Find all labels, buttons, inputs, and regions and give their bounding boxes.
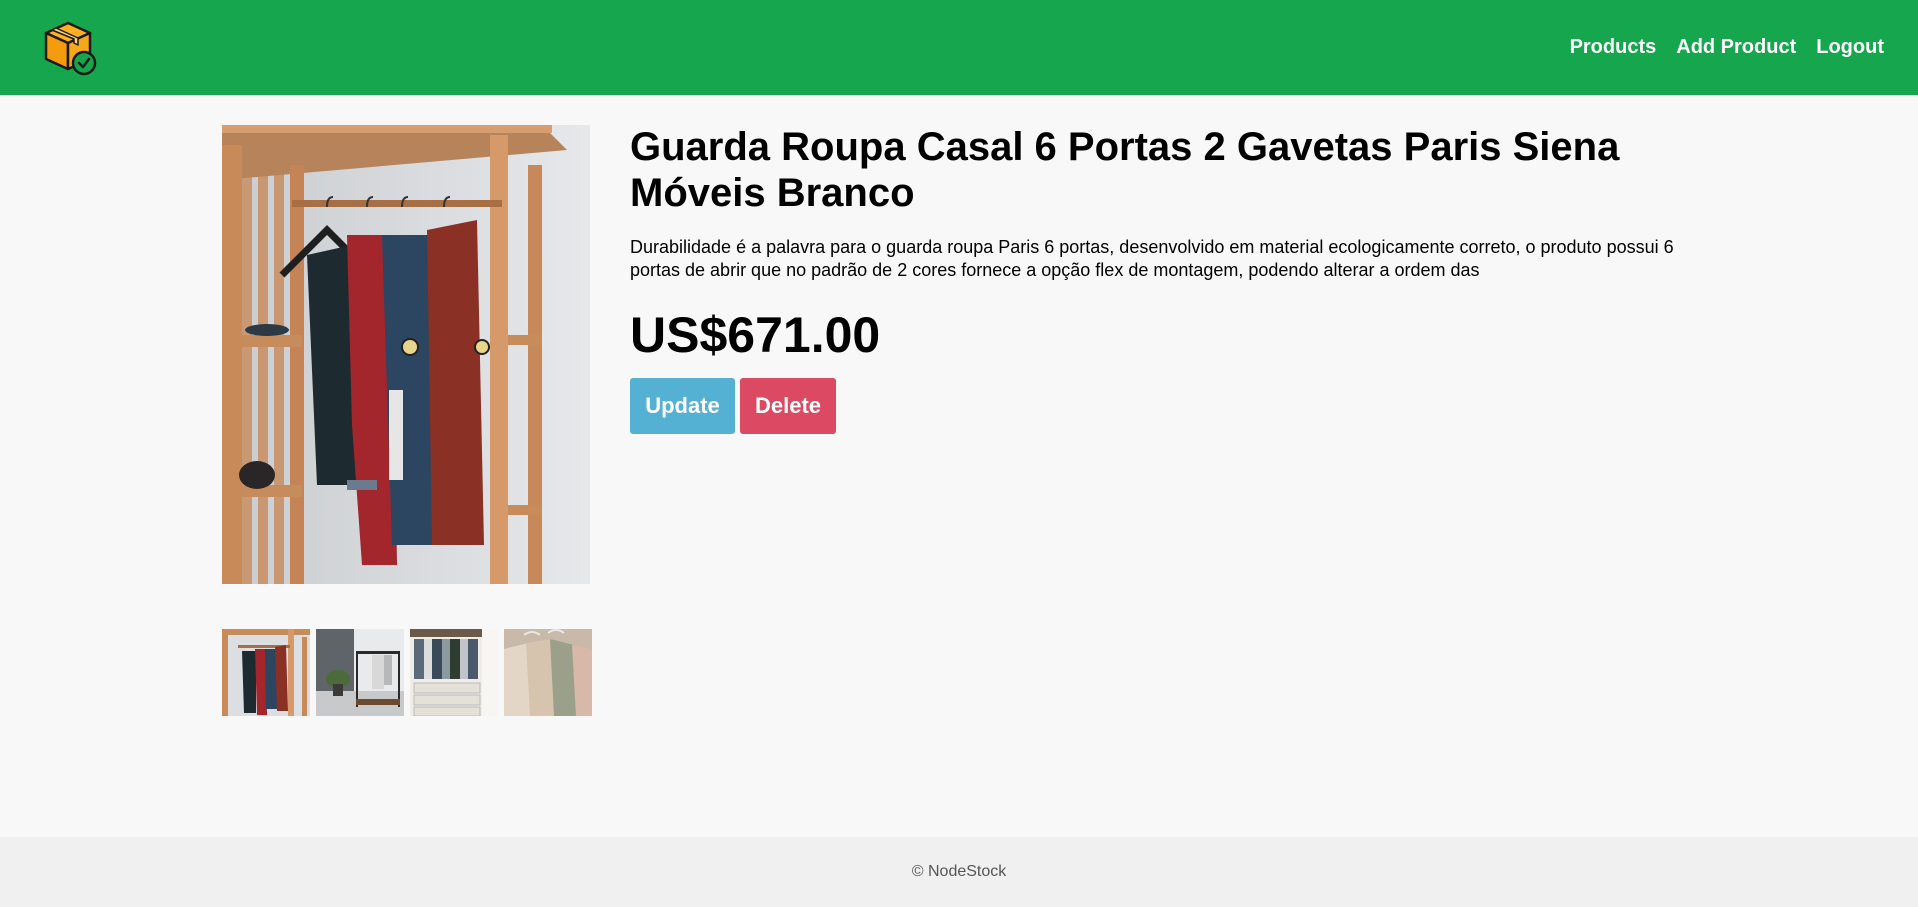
product-description: Durabilidade é a palavra para o guarda r… bbox=[630, 237, 1674, 280]
nav-logout-link[interactable]: Logout bbox=[1816, 36, 1884, 59]
navbar: Products Add Product Logout bbox=[0, 0, 1918, 95]
delete-button[interactable]: Delete bbox=[740, 378, 836, 434]
product-title: Guarda Roupa Casal 6 Portas 2 Gavetas Pa… bbox=[630, 125, 1620, 215]
nav-add-product-link[interactable]: Add Product bbox=[1676, 36, 1796, 59]
thumbnail-4[interactable] bbox=[504, 629, 592, 716]
product-details: Guarda Roupa Casal 6 Portas 2 Gavetas Pa… bbox=[630, 124, 1700, 434]
thumbnail-2[interactable] bbox=[316, 629, 404, 716]
footer-copyright: © NodeStock bbox=[911, 863, 1007, 880]
nav-products-link[interactable]: Products bbox=[1570, 36, 1657, 59]
product-actions: Update Delete bbox=[630, 378, 1700, 434]
main-nav: Products Add Product Logout bbox=[1570, 36, 1884, 59]
thumbnail-1[interactable] bbox=[222, 629, 310, 716]
update-button[interactable]: Update bbox=[630, 378, 735, 434]
thumbnail-strip bbox=[222, 629, 592, 716]
footer: © NodeStock bbox=[0, 837, 1918, 907]
home-link[interactable] bbox=[42, 19, 98, 77]
product-main-image bbox=[222, 125, 590, 584]
product-price: US$671.00 bbox=[630, 307, 881, 363]
package-check-icon bbox=[44, 21, 97, 75]
thumbnail-3[interactable] bbox=[410, 629, 498, 716]
